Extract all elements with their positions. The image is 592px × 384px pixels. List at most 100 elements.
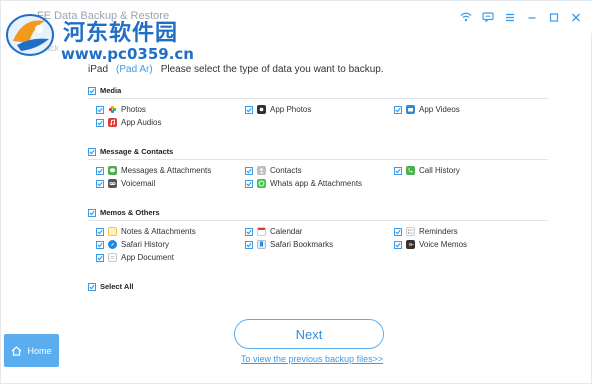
option-label: Voice Memos [419, 240, 468, 249]
checkbox[interactable] [394, 105, 402, 114]
option-label: Safari History [121, 240, 170, 249]
notes-icon [108, 227, 117, 236]
option-label: App Photos [270, 105, 312, 114]
next-button[interactable]: Next [234, 319, 384, 349]
home-label: Home [27, 345, 52, 356]
checkbox[interactable] [96, 227, 104, 236]
option-label: Contacts [270, 166, 302, 175]
maximize-icon[interactable] [545, 9, 563, 25]
checkbox[interactable] [96, 240, 104, 249]
reminders-icon [406, 227, 415, 236]
memos-row-3: App Document [88, 253, 548, 265]
voice-memos-icon [406, 240, 415, 249]
option-messages[interactable]: Messages & Attachments [96, 166, 211, 175]
music-icon [108, 118, 117, 127]
app-title: FE Data Backup & Restore [37, 10, 170, 22]
checkbox[interactable] [245, 105, 253, 114]
app-window: FE Data Backup & Restore Back 河东软件园 www.… [0, 0, 592, 384]
media-row-1: Photos App Photos App Videos [88, 105, 548, 117]
option-app-audios[interactable]: App Audios [96, 118, 161, 127]
option-whatsapp[interactable]: Whats app & Attachments [245, 179, 362, 188]
messages-row-2: Voicemail Whats app & Attachments [88, 179, 548, 191]
option-app-videos[interactable]: App Videos [394, 105, 460, 114]
checkbox[interactable] [96, 179, 104, 188]
option-label: Safari Bookmarks [270, 240, 334, 249]
menu-icon[interactable] [501, 9, 519, 25]
checkbox[interactable] [88, 86, 96, 95]
device-model[interactable]: (Pad Ar) [116, 64, 153, 75]
option-safari-bookmarks[interactable]: Safari Bookmarks [245, 240, 333, 249]
option-label: Notes & Attachments [121, 227, 196, 236]
section-memos-label: Memos & Others [100, 208, 160, 217]
section-messages-label: Message & Contacts [100, 147, 174, 156]
memos-row-1: Notes & Attachments Calendar Reminders [88, 227, 548, 239]
section-media-header[interactable]: Media [88, 86, 548, 95]
device-name: iPad [88, 64, 109, 75]
wifi-icon[interactable] [457, 9, 475, 25]
messages-icon [108, 166, 117, 175]
window-controls [457, 9, 585, 25]
back-label[interactable]: Back [39, 43, 59, 53]
checkbox[interactable] [245, 227, 253, 236]
section-memos: Memos & Others Notes & Attachments Calen… [88, 208, 548, 262]
checkbox[interactable] [96, 118, 104, 127]
section-messages-header[interactable]: Message & Contacts [88, 147, 548, 156]
checkbox[interactable] [394, 227, 402, 236]
close-icon[interactable] [567, 9, 585, 25]
section-messages: Message & Contacts Messages & Attachment… [88, 147, 548, 188]
whatsapp-icon [257, 179, 266, 188]
option-call-history[interactable]: Call History [394, 166, 460, 175]
checkbox[interactable] [96, 105, 104, 114]
home-icon [12, 345, 22, 356]
option-label: Calendar [270, 227, 303, 236]
option-calendar[interactable]: Calendar [245, 227, 302, 236]
option-safari-history[interactable]: Safari History [96, 240, 169, 249]
option-reminders[interactable]: Reminders [394, 227, 458, 236]
option-label: App Videos [419, 105, 460, 114]
option-label: Voicemail [121, 179, 156, 188]
checkbox[interactable] [96, 253, 104, 262]
app-videos-icon [406, 105, 415, 114]
option-label: Photos [121, 105, 146, 114]
app-photos-icon [257, 105, 266, 114]
device-line: iPad (Pad Ar) Please select the type of … [88, 64, 384, 75]
section-memos-header[interactable]: Memos & Others [88, 208, 548, 217]
section-media-label: Media [100, 86, 122, 95]
divider [88, 98, 548, 99]
voicemail-icon [108, 179, 117, 188]
option-label: App Audios [121, 118, 162, 127]
checkbox[interactable] [88, 282, 96, 291]
checkbox[interactable] [245, 240, 253, 249]
checkbox[interactable] [394, 166, 402, 175]
select-all-label: Select All [100, 282, 134, 291]
section-media: Media Photos App Photos App Videos App A… [88, 86, 548, 127]
option-notes[interactable]: Notes & Attachments [96, 227, 196, 236]
divider [88, 220, 548, 221]
option-label: Whats app & Attachments [270, 179, 363, 188]
option-voice-memos[interactable]: Voice Memos [394, 240, 467, 249]
bookmarks-icon [257, 240, 266, 249]
divider [88, 159, 548, 160]
messages-row-1: Messages & Attachments Contacts Call His… [88, 166, 548, 178]
device-prompt: Please select the type of data you want … [160, 64, 384, 75]
option-contacts[interactable]: Contacts [245, 166, 302, 175]
checkbox[interactable] [394, 240, 402, 249]
chat-icon[interactable] [479, 9, 497, 25]
checkbox[interactable] [88, 208, 96, 217]
option-photos[interactable]: Photos [96, 105, 146, 114]
checkbox[interactable] [245, 179, 253, 188]
option-voicemail[interactable]: Voicemail [96, 179, 155, 188]
checkbox[interactable] [245, 166, 253, 175]
checkbox[interactable] [96, 166, 104, 175]
minimize-icon[interactable] [523, 9, 541, 25]
option-app-photos[interactable]: App Photos [245, 105, 311, 114]
media-row-2: App Audios [88, 118, 548, 130]
photos-icon [108, 105, 117, 114]
checkbox[interactable] [88, 147, 96, 156]
select-all-checkbox[interactable]: Select All [88, 282, 134, 291]
home-button[interactable]: Home [4, 334, 59, 367]
previous-backup-link[interactable]: To view the previous backup files>> [241, 354, 383, 364]
option-label: App Document [121, 253, 174, 262]
option-app-document[interactable]: App Document [96, 253, 174, 262]
option-label: Reminders [419, 227, 458, 236]
